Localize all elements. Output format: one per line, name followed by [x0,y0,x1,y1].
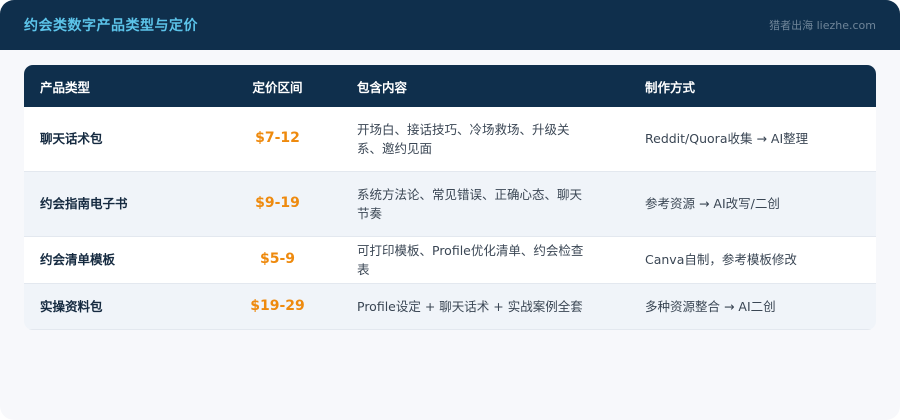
product-type-cell: 约会指南电子书 [40,196,128,211]
content-cell: Profile设定 + 聊天话术 + 实战案例全套 [357,298,583,314]
column-header-type: 产品类型 [40,79,91,95]
content-cell: 可打印模板、Profile优化清单、约会检查表 [357,242,584,277]
price-cell: $9-19 [255,195,300,211]
product-type-cell: 聊天话术包 [40,131,103,147]
page-title: 约会类数字产品类型与定价 [24,18,198,34]
table-row: 聊天话术包 $7-12 开场白、接话技巧、冷场救场、升级关系、邀约见面 Redd… [24,107,876,171]
method-cell: Reddit/Quora收集 → AI整理 [645,131,809,147]
product-type-cell: 实操资料包 [40,298,103,314]
price-cell: $5-9 [259,251,296,267]
method-cell: Canva自制，参考模板修改 [645,252,797,267]
table-body: 聊天话术包 $7-12 开场白、接话技巧、冷场救场、升级关系、邀约见面 Redd… [24,107,876,329]
content-cell: 系统方法论、常见错误、正确心态、聊天节奏 [357,186,583,221]
table-row: 约会指南电子书 $9-19 系统方法论、常见错误、正确心态、聊天节奏 参考资源 … [24,171,876,236]
pricing-table: 产品类型 定价区间 包含内容 制作方式 聊天话术包 $7-12 开场白、接话技巧… [24,65,876,330]
table-row: 约会清单模板 $5-9 可打印模板、Profile优化清单、约会检查表 Canv… [24,236,876,283]
column-header-price: 定价区间 [252,79,303,95]
method-cell: 多种资源整合 → AI二创 [645,298,776,314]
table-row: 实操资料包 $19-29 Profile设定 + 聊天话术 + 实战案例全套 多… [24,283,876,329]
column-header-method: 制作方式 [645,79,696,95]
header-row: 产品类型 定价区间 包含内容 制作方式 [24,65,876,107]
brand-watermark: 猎者出海 liezhe.com [769,19,876,32]
method-cell: 参考资源 → AI改写/二创 [645,196,780,211]
product-type-cell: 约会清单模板 [40,252,116,267]
column-header-content: 包含内容 [357,79,408,95]
table-header: 产品类型 定价区间 包含内容 制作方式 [24,65,876,107]
pricing-table-wrapper: 产品类型 定价区间 包含内容 制作方式 聊天话术包 $7-12 开场白、接话技巧… [24,65,876,330]
content-cell: 开场白、接话技巧、冷场救场、升级关系、邀约见面 [357,121,570,156]
card-header: 约会类数字产品类型与定价 猎者出海 liezhe.com [0,0,900,50]
pricing-card: 约会类数字产品类型与定价 猎者出海 liezhe.com 产品类型 定价区间 包… [0,0,900,420]
price-cell: $19-29 [250,297,305,314]
price-cell: $7-12 [255,130,300,147]
